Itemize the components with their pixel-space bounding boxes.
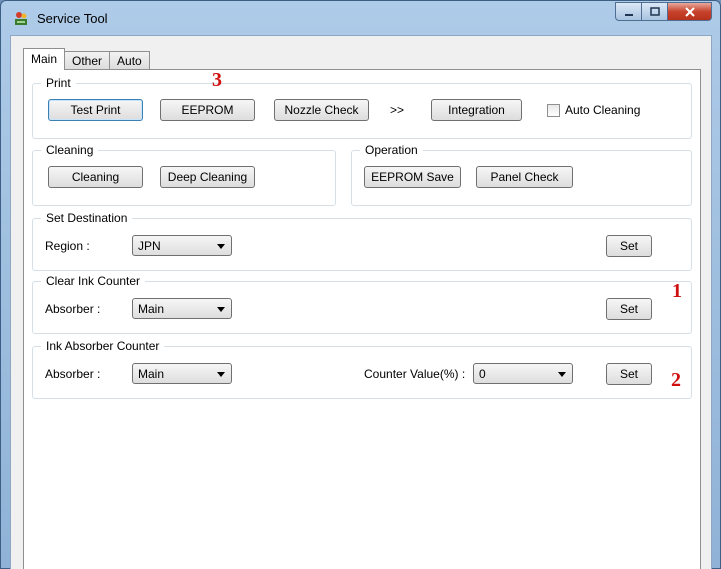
main-tab-panel: Print Test Print EEPROM Nozzle Check >> … [23, 69, 701, 569]
test-print-button[interactable]: Test Print [48, 99, 143, 121]
clear-ink-counter-set-button[interactable]: Set [606, 298, 652, 320]
tab-other[interactable]: Other [64, 51, 111, 70]
ink-absorber-select[interactable]: Main [132, 363, 232, 384]
set-destination-group: Set Destination Region : JPN Set [32, 211, 692, 271]
close-icon [684, 6, 695, 17]
auto-cleaning-label: Auto Cleaning [565, 103, 641, 117]
maximize-icon [649, 6, 660, 16]
chevron-down-icon [558, 372, 566, 377]
cleaning-group-legend: Cleaning [41, 143, 99, 157]
annotation-marker-1: 1 [672, 280, 682, 302]
clear-ink-counter-legend: Clear Ink Counter [41, 274, 146, 288]
region-label: Region : [45, 239, 90, 253]
set-destination-legend: Set Destination [41, 211, 133, 225]
counter-value-label: Counter Value(%) : [364, 367, 466, 381]
integration-button[interactable]: Integration [431, 99, 522, 121]
chevron-down-icon [217, 244, 225, 249]
region-select-value: JPN [138, 239, 161, 253]
print-group: Print Test Print EEPROM Nozzle Check >> … [32, 76, 692, 139]
chevron-down-icon [217, 307, 225, 312]
clear-ink-counter-group: Clear Ink Counter Absorber : Main Set [32, 274, 692, 334]
deep-cleaning-button[interactable]: Deep Cleaning [160, 166, 255, 188]
window-title: Service Tool [37, 11, 108, 26]
service-tool-app-icon [15, 12, 27, 25]
panel-check-button[interactable]: Panel Check [476, 166, 573, 188]
annotation-marker-2: 2 [671, 369, 681, 391]
ink-absorber-counter-group: Ink Absorber Counter Absorber : Main Cou… [32, 339, 692, 399]
nozzle-check-button[interactable]: Nozzle Check [274, 99, 369, 121]
title-bar[interactable]: Service Tool [1, 1, 720, 35]
ink-absorber-value: Main [138, 367, 165, 381]
counter-value-select[interactable]: 0 [473, 363, 573, 384]
clear-ink-absorber-select[interactable]: Main [132, 298, 232, 319]
cleaning-button[interactable]: Cleaning [48, 166, 143, 188]
service-tool-window: Service Tool Main Other Auto Print Test … [0, 0, 721, 569]
chevron-down-icon [217, 372, 225, 377]
eeprom-button[interactable]: EEPROM [160, 99, 255, 121]
operation-group-legend: Operation [360, 143, 423, 157]
print-group-legend: Print [41, 76, 76, 90]
minimize-icon [624, 13, 633, 16]
close-button[interactable] [668, 2, 712, 21]
window-client-area: Main Other Auto Print Test Print EEPROM … [10, 35, 712, 569]
ink-absorber-label: Absorber : [45, 367, 101, 381]
tab-auto[interactable]: Auto [109, 51, 150, 70]
minimize-button[interactable] [615, 2, 642, 21]
set-destination-set-button[interactable]: Set [606, 235, 652, 257]
cleaning-group: Cleaning Cleaning Deep Cleaning [32, 143, 336, 206]
tab-strip: Main Other Auto [23, 48, 150, 70]
eeprom-save-button[interactable]: EEPROM Save [364, 166, 461, 188]
region-select[interactable]: JPN [132, 235, 232, 256]
auto-cleaning-checkbox-box [547, 103, 560, 117]
maximize-button[interactable] [642, 2, 668, 21]
clear-ink-absorber-label: Absorber : [45, 302, 101, 316]
auto-cleaning-checkbox[interactable]: Auto Cleaning [547, 103, 640, 117]
print-sequence-arrow: >> [390, 103, 405, 117]
clear-ink-absorber-value: Main [138, 302, 165, 316]
operation-group: Operation EEPROM Save Panel Check [351, 143, 692, 206]
counter-value-value: 0 [479, 367, 486, 381]
annotation-marker-3: 3 [212, 69, 222, 91]
ink-absorber-counter-set-button[interactable]: Set [606, 363, 652, 385]
ink-absorber-counter-legend: Ink Absorber Counter [41, 339, 165, 353]
tab-main[interactable]: Main [23, 48, 66, 70]
caption-buttons [615, 2, 712, 21]
